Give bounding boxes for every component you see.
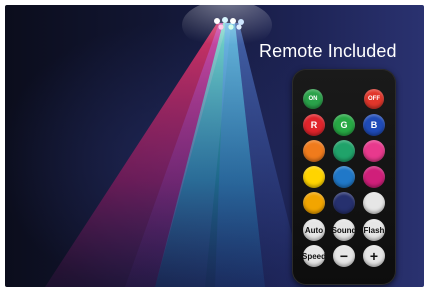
auto-label: Auto — [304, 225, 324, 235]
power-off-label: OFF — [368, 96, 380, 102]
minus-button[interactable]: − — [333, 245, 355, 267]
blue-button[interactable]: B — [363, 114, 385, 136]
flash-button[interactable]: Flash — [363, 219, 385, 241]
product-photo: Remote Included ON OFF R G B Auto Sound … — [5, 5, 424, 287]
yellow-button[interactable] — [303, 166, 325, 188]
remote-included-title: Remote Included — [259, 41, 397, 61]
power-on-label: ON — [308, 96, 318, 102]
pink-button[interactable] — [363, 140, 385, 162]
plus-button[interactable]: + — [363, 245, 385, 267]
red-label: R — [310, 120, 318, 130]
sky-blue-button[interactable] — [333, 166, 355, 188]
green-button[interactable]: G — [333, 114, 355, 136]
power-on-button[interactable]: ON — [303, 89, 323, 109]
minus-label: − — [339, 248, 349, 264]
remote-control: ON OFF R G B Auto Sound Flash Speed − + — [292, 69, 396, 285]
flash-label: Flash — [363, 225, 385, 235]
dark-blue-button[interactable] — [333, 192, 355, 214]
speed-label: Speed — [302, 251, 327, 261]
power-off-button[interactable]: OFF — [364, 89, 384, 109]
white-button[interactable] — [363, 192, 385, 214]
magenta-button[interactable] — [363, 166, 385, 188]
orange-button[interactable] — [303, 140, 325, 162]
sound-button[interactable]: Sound — [331, 219, 357, 241]
red-button[interactable]: R — [303, 114, 325, 136]
amber-button[interactable] — [303, 192, 325, 214]
aqua-green-button[interactable] — [333, 140, 355, 162]
auto-button[interactable]: Auto — [303, 219, 325, 241]
speed-button[interactable]: Speed — [302, 245, 327, 267]
sound-label: Sound — [331, 225, 357, 235]
green-label: G — [340, 120, 348, 130]
blue-label: B — [370, 120, 378, 130]
plus-label: + — [369, 248, 379, 264]
